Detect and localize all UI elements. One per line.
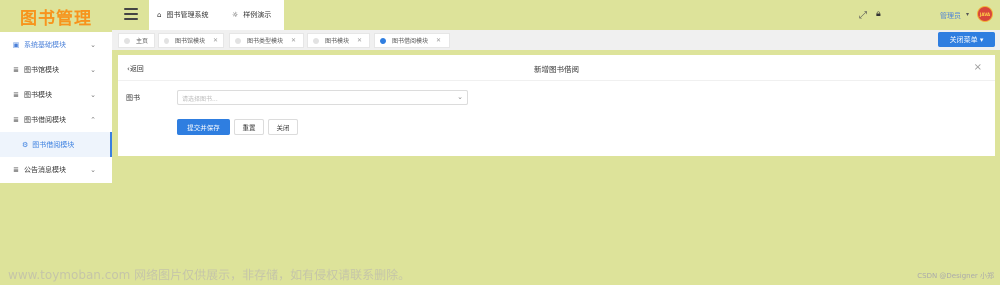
logo-text: 图书管理 [20, 8, 92, 29]
close-icon[interactable]: × [974, 62, 982, 73]
tab-label: 图书借阅模块 [392, 38, 429, 45]
close-button[interactable]: 关闭 [268, 119, 298, 135]
form-panel: ‹返回 新增图书借阅 × 图书 请选择图书... ⌄ 提交并保存 重置 关闭 [118, 55, 995, 156]
tab-dot-icon [380, 37, 386, 44]
list-icon: ≣ [13, 115, 19, 124]
close-icon[interactable]: ✕ [291, 37, 296, 44]
sidebar-item-label: 公告消息模块 [24, 165, 66, 174]
sidebar-item-library[interactable]: ≣ 图书馆模块 ⌄ [0, 57, 112, 82]
sidebar-item-notice[interactable]: ≣ 公告消息模块 ⌄ [0, 157, 112, 182]
tab-label: 图书模块 [325, 38, 350, 45]
lightbulb-icon: ☼ [232, 11, 239, 19]
tab-library[interactable]: 图书馆模块 ✕ [158, 33, 224, 48]
tab-label: 图书类型模块 [247, 38, 284, 45]
tab-borrow[interactable]: 图书借阅模块 ✕ [374, 33, 450, 48]
list-icon: ≣ [13, 65, 19, 74]
sidebar-subitem-borrow[interactable]: ⚙ 图书借阅模块 [0, 132, 112, 157]
tab-label: 图书馆模块 [174, 38, 205, 45]
sidebar-item-book[interactable]: ≣ 图书模块 ⌄ [0, 82, 112, 107]
list-icon: ≣ [13, 90, 19, 99]
close-icon[interactable]: ✕ [213, 37, 218, 44]
sidebar-item-label: 图书模块 [24, 90, 52, 99]
sidebar-item-system-base[interactable]: ▣ 系统基础模块 ⌄ [0, 32, 112, 57]
caret-down-icon[interactable]: ▾ [966, 11, 969, 18]
fullscreen-icon[interactable]: ⤢ [859, 10, 867, 21]
header-tab-demo[interactable]: ☼ 样例演示 [224, 0, 284, 30]
tab-dot-icon [313, 37, 319, 44]
tab-dot-icon [235, 37, 241, 44]
watermark-text: www.toymoban.com 网络图片仅供展示，非存储，如有侵权请联系删除。 [8, 268, 411, 282]
hamburger-menu-icon[interactable] [124, 8, 138, 20]
header-tab-label: 样例演示 [243, 11, 272, 19]
tab-label: 主页 [136, 38, 149, 45]
chevron-down-icon: ⌄ [90, 90, 96, 99]
app-logo[interactable]: 图书管理 [0, 0, 112, 32]
chevron-down-icon: ⌄ [90, 40, 96, 49]
tab-home[interactable]: 主页 [118, 33, 155, 48]
home-icon: ⌂ [157, 11, 162, 19]
credit-text: CSDN @Designer 小郑 [917, 272, 994, 280]
sidebar: 图书管理 ▣ 系统基础模块 ⌄ ≣ 图书馆模块 ⌄ ≣ 图书模块 ⌄ ≣ 图书借… [0, 0, 112, 285]
chevron-up-icon: ⌃ [90, 115, 96, 124]
top-header: ⌂ 图书管理系统 ☼ 样例演示 ⤢ 🔒︎ 管理员 ▾ JAVA [112, 0, 1000, 30]
gear-icon: ⚙ [22, 140, 29, 149]
submit-save-button[interactable]: 提交并保存 [177, 119, 230, 135]
sidebar-item-label: 图书馆模块 [24, 65, 59, 74]
book-select-placeholder: 请选择图书... [182, 96, 218, 103]
chevron-down-icon: ⌄ [90, 65, 96, 74]
sidebar-item-label: 图书借阅模块 [24, 115, 66, 124]
book-field-label: 图书 [126, 94, 140, 102]
book-select[interactable]: 请选择图书... ⌄ [177, 90, 468, 105]
sidebar-item-label: 图书借阅模块 [32, 140, 75, 149]
tab-book-type[interactable]: 图书类型模块 ✕ [229, 33, 304, 48]
reset-button[interactable]: 重置 [234, 119, 264, 135]
lock-icon[interactable]: 🔒︎ [876, 9, 881, 19]
close-icon[interactable]: ✕ [436, 37, 441, 44]
avatar[interactable]: JAVA [977, 6, 993, 22]
avatar-text: JAVA [979, 11, 991, 17]
header-tab-system[interactable]: ⌂ 图书管理系统 [149, 0, 224, 30]
caret-down-icon: ▾ [979, 35, 984, 44]
header-tab-label: 图书管理系统 [166, 11, 209, 19]
close-menu-label: 关闭菜单 [949, 35, 978, 44]
tab-dot-icon [164, 37, 169, 44]
chevron-down-icon: ⌄ [90, 165, 96, 174]
panel-header: ‹返回 新增图书借阅 × [118, 55, 995, 81]
grid-icon: ▣ [12, 40, 20, 49]
sidebar-item-borrow[interactable]: ≣ 图书借阅模块 ⌃ [0, 107, 112, 132]
tab-dot-icon [124, 37, 130, 44]
user-menu[interactable]: 管理员 [940, 11, 961, 21]
page-tabs-bar: 主页 图书馆模块 ✕ 图书类型模块 ✕ 图书模块 ✕ 图书借阅模块 ✕ 关闭菜单… [112, 30, 1000, 50]
chevron-down-icon: ⌄ [457, 93, 463, 101]
sidebar-menu: ▣ 系统基础模块 ⌄ ≣ 图书馆模块 ⌄ ≣ 图书模块 ⌄ ≣ 图书借阅模块 ⌃… [0, 32, 112, 183]
tab-book[interactable]: 图书模块 ✕ [307, 33, 370, 48]
page-title: 新增图书借阅 [534, 65, 579, 74]
close-menu-button[interactable]: 关闭菜单 ▾ [938, 32, 995, 47]
close-icon[interactable]: ✕ [357, 37, 362, 44]
sidebar-item-label: 系统基础模块 [24, 40, 66, 49]
list-icon: ≣ [13, 165, 19, 174]
